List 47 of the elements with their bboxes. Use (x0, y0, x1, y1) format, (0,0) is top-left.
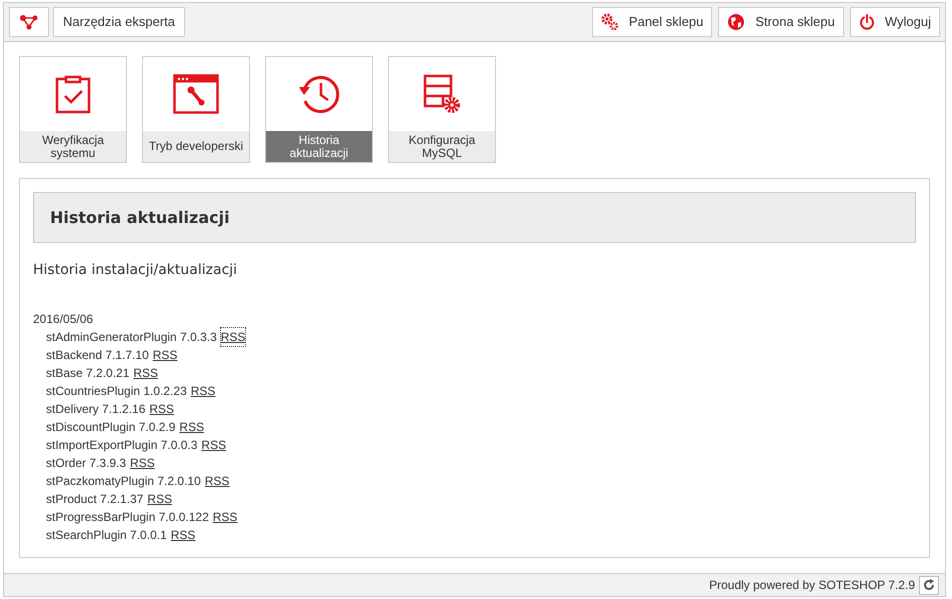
plugin-version: stSearchPlugin 7.0.0.1 (46, 527, 167, 544)
rss-link[interactable]: RSS (133, 364, 158, 382)
rss-link[interactable]: RSS (204, 472, 230, 490)
clock-history-icon (297, 74, 341, 114)
tools-button[interactable]: Narzędzia eksperta (53, 7, 185, 38)
tool-tile[interactable]: Historia aktualizacji (265, 56, 373, 164)
header-button[interactable]: Panel sklepu (592, 7, 712, 38)
network-icon (20, 14, 38, 30)
section-title: Historia instalacji/aktualizacji (33, 261, 238, 280)
plugin-version: stCountriesPlugin 1.0.2.23 (46, 383, 187, 400)
footer-text: Proudly powered by SOTESHOP 7.2.9 (709, 577, 915, 594)
plugin-version: stProgressBarPlugin 7.0.0.122 (46, 509, 209, 526)
plugin-version: stImportExportPlugin 7.0.0.3 (46, 437, 198, 454)
server-gear-icon (423, 74, 461, 114)
plugin-version: stProduct 7.2.1.37 (46, 491, 144, 508)
rss-link[interactable]: RSS (190, 382, 216, 400)
clipboard-check-icon (55, 74, 91, 114)
rss-link[interactable]: RSS (179, 418, 204, 436)
refresh-button[interactable] (919, 576, 939, 595)
tool-tile[interactable]: Tryb developerski (142, 56, 250, 164)
rss-link[interactable]: RSS (147, 490, 172, 508)
plugin-version: stDelivery 7.1.2.16 (46, 401, 146, 418)
rss-link[interactable]: RSS (152, 346, 178, 364)
plugin-version: stPaczkomatyPlugin 7.2.0.10 (46, 473, 201, 490)
plugin-version: stBase 7.2.0.21 (46, 365, 130, 382)
rss-link[interactable]: RSS (170, 526, 196, 544)
window-wrench-icon (173, 74, 219, 114)
refresh-icon (923, 579, 935, 592)
gears-icon (600, 13, 619, 32)
plugin-version: stOrder 7.3.9.3 (46, 455, 126, 472)
power-icon (858, 14, 875, 30)
globe-icon (727, 13, 746, 32)
rss-link[interactable]: RSS (201, 436, 226, 454)
panel-title: Historia aktualizacji (50, 206, 230, 229)
tool-tile[interactable]: Konfiguracja MySQL (388, 56, 496, 164)
network-button[interactable] (9, 7, 49, 38)
history-date: 2016/05/06 (33, 311, 94, 328)
tool-tile[interactable]: Weryfikacja systemu (19, 56, 127, 164)
rss-link[interactable]: RSS (212, 508, 238, 526)
rss-link[interactable]: RSS (130, 454, 155, 472)
rss-link[interactable]: RSS (220, 328, 246, 346)
plugin-version: stDiscountPlugin 7.0.2.9 (46, 419, 176, 436)
header-button[interactable]: Wyloguj (850, 7, 940, 38)
rss-link[interactable]: RSS (149, 400, 174, 418)
plugin-version: stBackend 7.1.7.10 (46, 347, 149, 364)
plugin-version: stAdminGeneratorPlugin 7.0.3.3 (46, 329, 217, 346)
header-button[interactable]: Strona sklepu (718, 7, 844, 38)
